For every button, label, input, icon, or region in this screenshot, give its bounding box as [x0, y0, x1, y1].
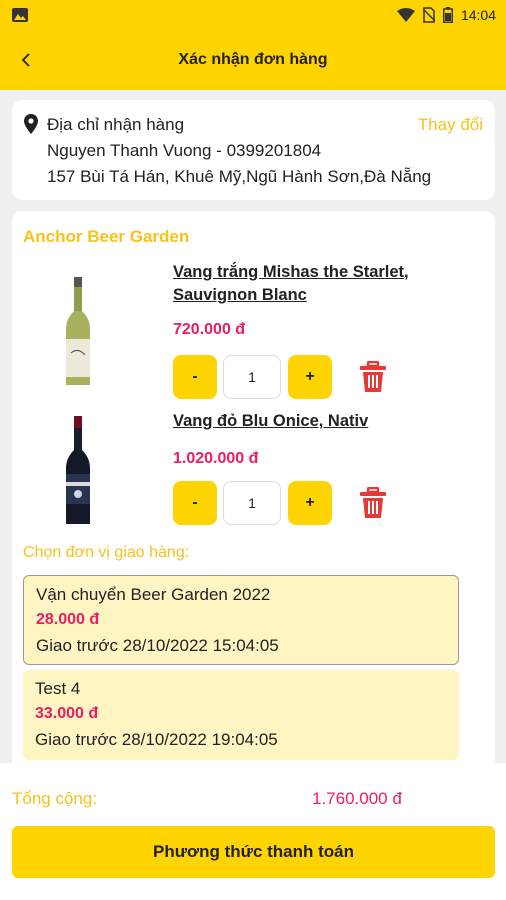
address-label: Địa chỉ nhận hàng	[47, 115, 185, 134]
shipping-name: Vận chuyển Beer Garden 2022	[36, 585, 271, 604]
checkout-footer: Tổng cộng: 1.760.000 đ Phương thức thanh…	[0, 763, 506, 900]
product-name[interactable]: Vang trắng Mishas the Starlet, Sauvignon…	[173, 261, 409, 307]
increase-qty-button[interactable]: +	[288, 355, 332, 399]
product-name[interactable]: Vang đỏ Blu Onice, Nativ	[173, 410, 368, 433]
shipping-price: 28.000 đ	[36, 611, 100, 628]
address-card: Địa chỉ nhận hàng Thay đổi Nguyen Thanh …	[12, 100, 495, 200]
payment-method-button[interactable]: Phương thức thanh toán	[12, 826, 495, 878]
decrease-qty-button[interactable]: -	[173, 481, 217, 525]
quantity-field[interactable]	[223, 481, 281, 525]
shipping-time: Giao trước 28/10/2022 15:04:05	[36, 636, 279, 655]
recipient-info: Nguyen Thanh Vuong - 0399201804	[47, 141, 322, 160]
shipping-option[interactable]: Test 4 33.000 đ Giao trước 28/10/2022 19…	[23, 670, 459, 760]
shop-name: Anchor Beer Garden	[23, 227, 190, 246]
trash-icon[interactable]	[359, 487, 387, 519]
back-button[interactable]	[14, 48, 38, 72]
total-value: 1.760.000 đ	[312, 789, 402, 808]
decrease-qty-button[interactable]: -	[173, 355, 217, 399]
trash-icon[interactable]	[359, 361, 387, 393]
red-wine-bottle-image	[66, 416, 90, 524]
page-title: Xác nhận đơn hàng	[178, 51, 328, 68]
white-wine-bottle-image	[66, 277, 90, 385]
battery-icon	[442, 7, 453, 23]
total-label: Tổng cộng:	[12, 789, 98, 808]
shipping-section-label: Chọn đơn vị giao hàng:	[23, 544, 190, 561]
quantity-field[interactable]	[223, 355, 281, 399]
app-bar: Xác nhận đơn hàng	[0, 30, 506, 90]
change-address-link[interactable]: Thay đổi	[418, 115, 483, 135]
shipping-price: 33.000 đ	[35, 705, 99, 722]
product-price: 1.020.000 đ	[173, 450, 259, 467]
shipping-time: Giao trước 28/10/2022 19:04:05	[35, 730, 278, 749]
product-price: 720.000 đ	[173, 321, 246, 338]
gallery-icon	[12, 8, 28, 22]
order-card: Anchor Beer Garden Vang trắng Mishas the…	[12, 211, 495, 781]
chevron-left-icon	[21, 53, 30, 67]
increase-qty-button[interactable]: +	[288, 481, 332, 525]
shipping-option[interactable]: Vận chuyển Beer Garden 2022 28.000 đ Gia…	[23, 575, 459, 665]
wifi-icon	[396, 8, 415, 22]
shipping-name: Test 4	[35, 679, 81, 698]
clock: 14:04	[460, 7, 496, 23]
location-pin-icon	[24, 114, 38, 134]
status-bar: 14:04	[0, 0, 506, 30]
street-address: 157 Bùi Tá Hán, Khuê Mỹ,Ngũ Hành Sơn,Đà …	[47, 167, 432, 186]
no-sim-icon	[422, 7, 435, 23]
